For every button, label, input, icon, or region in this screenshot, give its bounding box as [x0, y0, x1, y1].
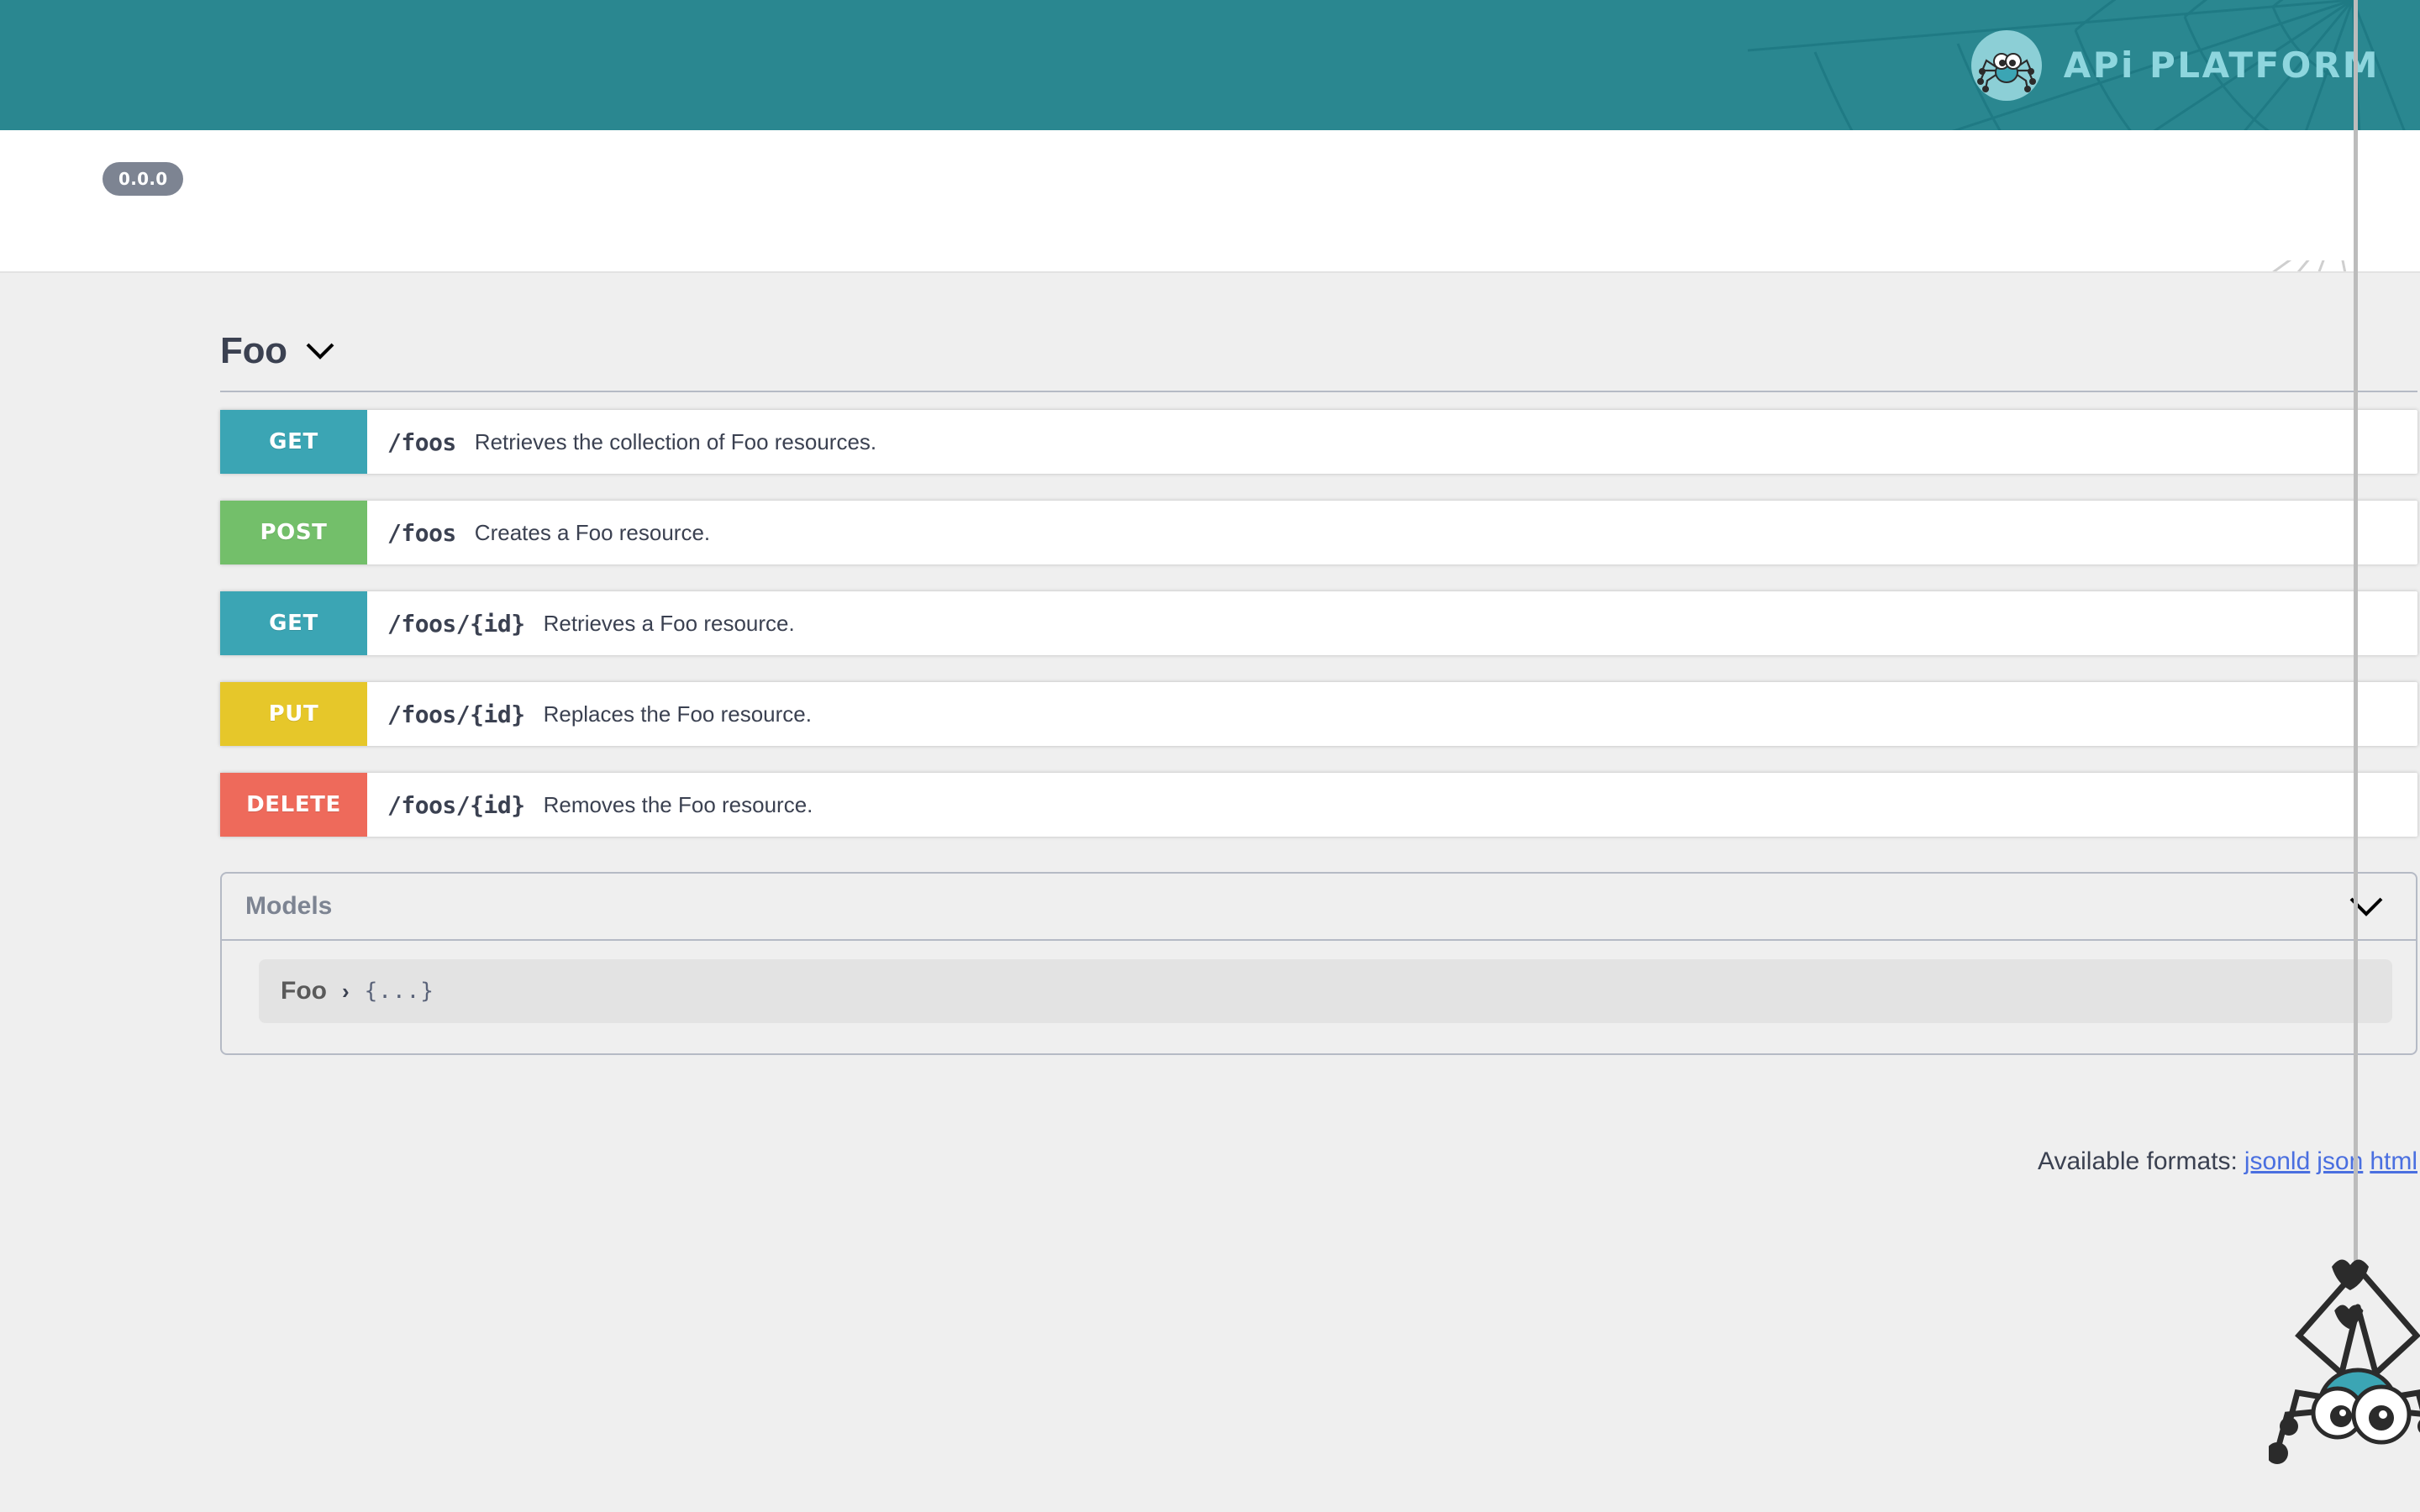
brand-lockup[interactable]: APi PLATFORM	[1971, 0, 2380, 130]
operation-summary: /foos/{id} Removes the Foo resource.	[367, 773, 2417, 837]
chevron-down-icon[interactable]	[306, 342, 334, 360]
operations-list: GET/foos Retrieves the collection of Foo …	[220, 410, 2311, 837]
operation-path: /foos/{id}	[387, 701, 525, 728]
chevron-right-icon[interactable]: ›	[342, 980, 350, 1002]
operation-description: Retrieves the collection of Foo resource…	[475, 429, 876, 455]
format-link-html[interactable]: html	[2370, 1147, 2417, 1175]
app-header: APi PLATFORM	[0, 0, 2420, 130]
api-version-badge: 0.0.0	[103, 162, 183, 196]
operation-description: Replaces the Foo resource.	[544, 701, 812, 727]
available-formats-label: Available formats:	[2038, 1147, 2238, 1175]
model-preview: {...}	[365, 979, 434, 1004]
operation-method-badge: GET	[220, 591, 367, 655]
model-name: Foo	[281, 977, 327, 1005]
operation-row[interactable]: DELETE/foos/{id} Removes the Foo resource…	[220, 773, 2417, 837]
operation-row[interactable]: POST/foos Creates a Foo resource.	[220, 501, 2417, 564]
operation-row[interactable]: PUT/foos/{id} Replaces the Foo resource.	[220, 682, 2417, 746]
spider-logo-icon	[1971, 30, 2042, 101]
operation-method-badge: DELETE	[220, 773, 367, 837]
operation-row[interactable]: GET/foos Retrieves the collection of Foo …	[220, 410, 2417, 474]
operation-summary: /foos/{id} Retrieves a Foo resource.	[367, 591, 2417, 655]
operation-row[interactable]: GET/foos/{id} Retrieves a Foo resource.	[220, 591, 2417, 655]
models-panel: Models Foo › {...}	[220, 872, 2417, 1055]
models-body: Foo › {...}	[222, 941, 2416, 1053]
api-info-band: 0.0.0	[0, 130, 2420, 273]
operation-path: /foos	[387, 428, 456, 456]
available-formats: Available formats:jsonldjsonhtml	[220, 1147, 2417, 1176]
hanging-spider-icon	[2269, 1235, 2420, 1512]
swagger-content: Foo GET/foos Retrieves the collection of …	[0, 273, 2420, 1512]
models-title: Models	[245, 892, 332, 921]
brand-title: APi PLATFORM	[2064, 45, 2380, 86]
operation-path: /foos/{id}	[387, 610, 525, 638]
operation-summary: /foos Creates a Foo resource.	[367, 501, 2417, 564]
operation-description: Removes the Foo resource.	[544, 792, 813, 818]
operation-method-badge: GET	[220, 410, 367, 474]
operation-summary: /foos/{id} Replaces the Foo resource.	[367, 682, 2417, 746]
format-link-jsonld[interactable]: jsonld	[2244, 1147, 2310, 1175]
operation-path: /foos/{id}	[387, 791, 525, 819]
tag-title: Foo	[220, 330, 287, 372]
models-header[interactable]: Models	[222, 874, 2416, 941]
operation-summary: /foos Retrieves the collection of Foo res…	[367, 410, 2417, 474]
spider-thread	[2354, 0, 2358, 1268]
tag-section-foo[interactable]: Foo	[220, 273, 2417, 392]
model-item-foo[interactable]: Foo › {...}	[259, 959, 2392, 1023]
operation-method-badge: PUT	[220, 682, 367, 746]
operation-description: Creates a Foo resource.	[475, 520, 710, 546]
operation-description: Retrieves a Foo resource.	[544, 611, 795, 637]
operation-path: /foos	[387, 519, 456, 547]
operation-method-badge: POST	[220, 501, 367, 564]
spider-web-decoration-info	[1865, 260, 2420, 273]
